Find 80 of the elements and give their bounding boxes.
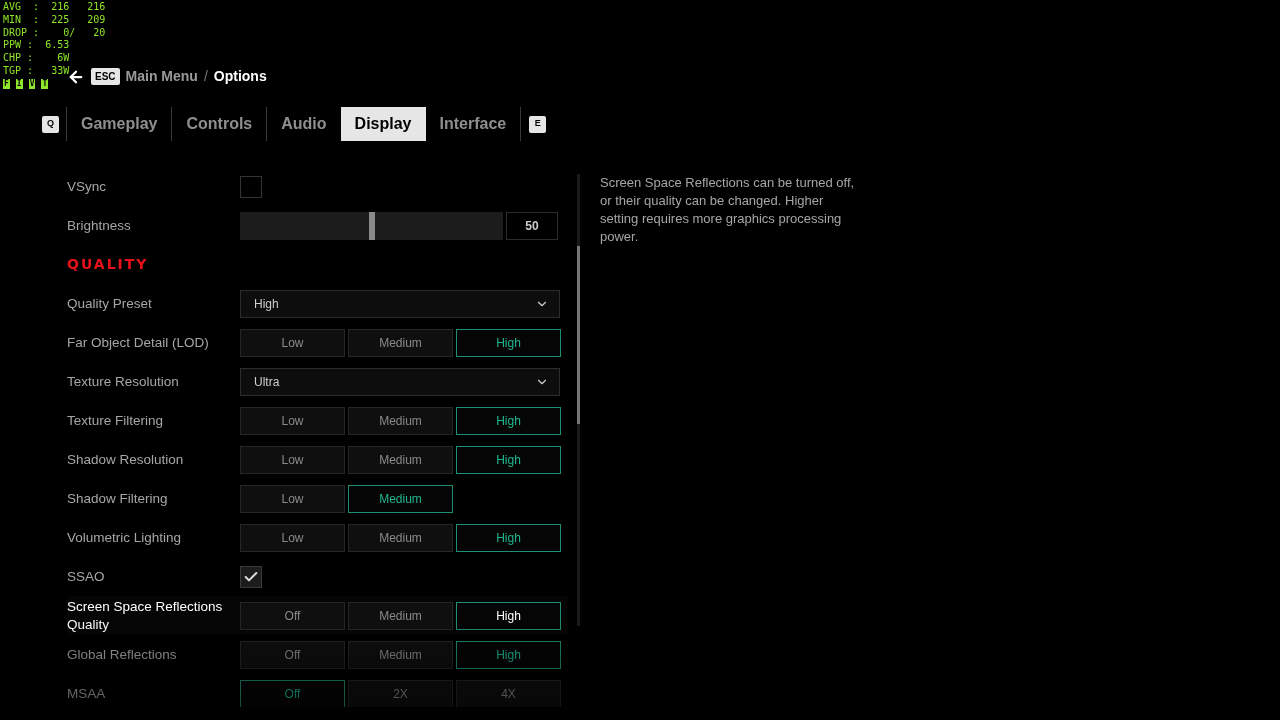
breadcrumb-link[interactable]: Main Menu	[125, 66, 198, 87]
option-button[interactable]: Medium	[348, 406, 453, 435]
option-button[interactable]: High	[456, 523, 561, 552]
option-button[interactable]: Medium	[348, 601, 453, 630]
overlay-line: DROP : 0/ 20	[3, 26, 106, 40]
setting-row[interactable]: Shadow Filtering Low Medium	[67, 479, 567, 518]
option-button[interactable]: Medium	[348, 640, 453, 669]
option-button[interactable]: Low	[240, 445, 345, 474]
setting-label: SSAO	[67, 567, 106, 586]
setting-label: Volumetric Lighting	[67, 528, 183, 547]
overlay-line: AVG : 216 216	[3, 1, 106, 14]
setting-row[interactable]: Texture Resolution Ultra	[67, 362, 567, 401]
setting-label: Shadow Resolution	[67, 450, 185, 469]
setting-row[interactable]: Shadow Resolution Low Medium High	[67, 440, 567, 479]
setting-label: Texture Filtering	[67, 411, 165, 430]
setting-label: Quality Preset	[67, 294, 153, 313]
setting-row[interactable]: Screen Space Reflections Quality Off Medium High	[67, 596, 567, 635]
overlay-flag: F	[3, 78, 10, 89]
option-button[interactable]: Low	[240, 328, 345, 357]
dropdown-value: High	[254, 295, 279, 313]
setting-label: MSAA	[67, 684, 107, 703]
option-button[interactable]: Off	[240, 679, 345, 707]
tab[interactable]: Controls	[172, 107, 267, 141]
key-hint: Q	[42, 115, 59, 133]
setting-row[interactable]: Far Object Detail (LOD) Low Medium High	[67, 323, 567, 362]
setting-row[interactable]: SSAO	[67, 557, 567, 596]
option-button[interactable]: Low	[240, 523, 345, 552]
value-display: 50	[506, 211, 558, 240]
overlay-flag: I	[15, 78, 23, 89]
overlay-flag: T	[41, 78, 49, 89]
tab[interactable]: Interface	[425, 107, 521, 141]
option-button[interactable]: Off	[240, 601, 345, 630]
setting-row[interactable]: VSync	[67, 167, 567, 206]
tab[interactable]: Gameplay	[67, 107, 172, 141]
option-button[interactable]: Medium	[348, 484, 453, 513]
dropdown[interactable]: High	[240, 289, 560, 318]
dropdown[interactable]: Ultra	[240, 367, 560, 396]
option-button[interactable]: Medium	[348, 445, 453, 474]
setting-description: Screen Space Reflections can be turned off, or their quality can be changed. Higher setting requires more graphics processing power.	[600, 174, 856, 246]
dropdown-value: Ultra	[254, 373, 280, 391]
breadcrumb-separator: /	[203, 67, 208, 86]
option-button[interactable]: Medium	[348, 523, 453, 552]
setting-label: Shadow Filtering	[67, 489, 169, 508]
tab[interactable]: Display	[340, 107, 426, 141]
overlay-line: PPW : 6.53	[3, 39, 70, 53]
key-hint: E	[529, 115, 547, 133]
tab[interactable]: Audio	[267, 107, 341, 141]
slider-thumb[interactable]	[368, 211, 375, 240]
option-button[interactable]: High	[456, 601, 561, 630]
setting-row[interactable]: Quality Preset High	[67, 284, 567, 323]
scrollbar[interactable]	[577, 174, 580, 626]
option-button[interactable]: High	[456, 640, 561, 669]
option-button[interactable]: Low	[240, 484, 345, 513]
overlay-line: MIN : 225 209	[3, 13, 106, 27]
setting-label: Screen Space Reflections Quality	[67, 597, 224, 634]
setting-row[interactable]: Texture Filtering Low Medium High	[67, 401, 567, 440]
setting-label: Brightness	[67, 216, 132, 235]
option-button[interactable]: High	[456, 328, 561, 357]
slider-track[interactable]	[240, 211, 503, 240]
setting-label: Texture Resolution	[67, 372, 180, 391]
section-heading: QUALITY	[67, 255, 149, 274]
breadcrumb-current: Options	[213, 67, 267, 86]
key-hint: ESC	[91, 68, 120, 85]
checkbox[interactable]	[240, 175, 262, 198]
overlay-line: TGP : 33W	[3, 65, 70, 78]
overlay-line: CHP : 6W	[3, 52, 70, 65]
option-button[interactable]: Medium	[348, 328, 453, 357]
option-button[interactable]: High	[456, 406, 561, 435]
option-button[interactable]: Low	[240, 406, 345, 435]
setting-label: VSync	[67, 177, 108, 196]
option-button[interactable]: High	[456, 445, 561, 474]
checkbox[interactable]	[240, 565, 262, 588]
setting-label: Far Object Detail (LOD)	[67, 333, 210, 352]
setting-row[interactable]: Volumetric Lighting Low Medium High	[67, 518, 567, 557]
option-button[interactable]: Off	[240, 640, 345, 669]
setting-label: Global Reflections	[67, 645, 178, 664]
setting-row[interactable]: MSAA Off 2X 4X	[67, 674, 567, 707]
setting-row[interactable]: Brightness 50	[67, 206, 567, 245]
setting-row[interactable]: Global Reflections Off Medium High	[67, 635, 567, 674]
overlay-flag: V	[28, 78, 36, 89]
